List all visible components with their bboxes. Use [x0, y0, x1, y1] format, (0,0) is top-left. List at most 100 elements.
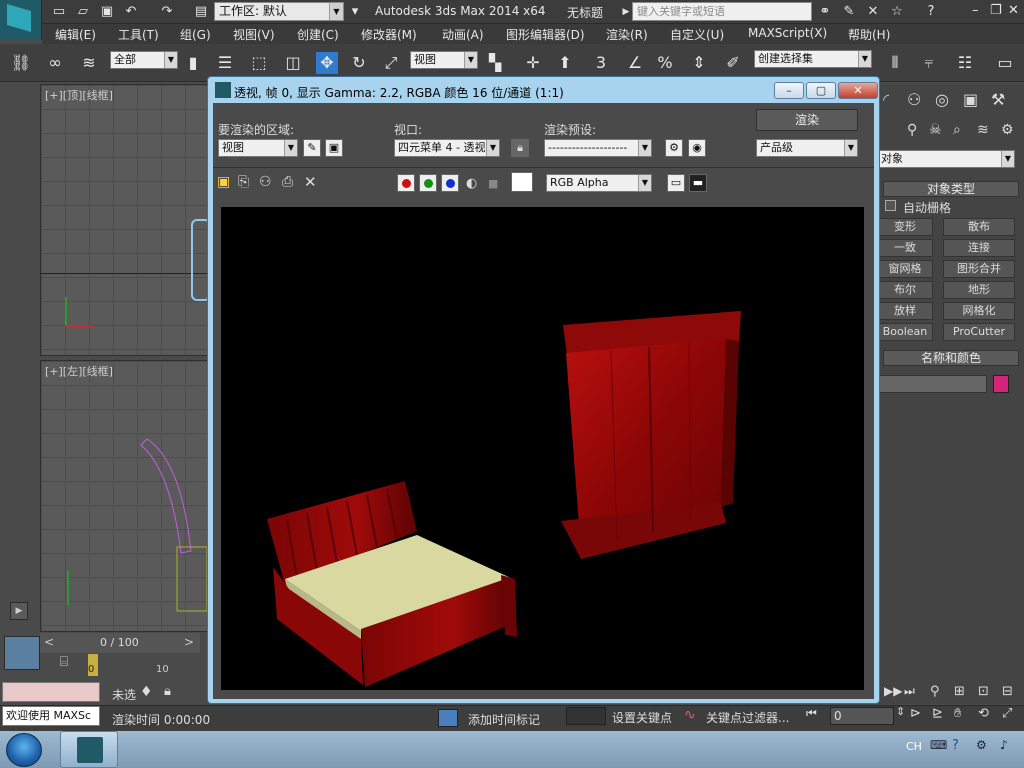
- maximize-viewport-icon[interactable]: ⤢: [1002, 706, 1012, 721]
- red-channel-toggle[interactable]: [397, 174, 415, 192]
- monochrome-icon[interactable]: ■: [488, 177, 498, 190]
- object-name-input[interactable]: [877, 375, 987, 393]
- add-time-tag[interactable]: 添加时间标记: [468, 711, 540, 728]
- pivot-center-icon[interactable]: ▚: [484, 52, 506, 74]
- systems-icon[interactable]: ⚙: [1001, 122, 1014, 138]
- lights-icon[interactable]: ⌕: [953, 122, 961, 138]
- workspace-dropdown[interactable]: 工作区: 默认 ▼: [214, 2, 344, 21]
- loft-button[interactable]: 放样: [877, 302, 933, 320]
- welcome-prompt[interactable]: 欢迎使用 MAXSc: [2, 706, 100, 726]
- time-prev-icon[interactable]: <: [44, 635, 54, 649]
- quick-access-dropdown-icon[interactable]: ▾: [346, 3, 364, 21]
- window-crossing-icon[interactable]: ◫: [282, 52, 304, 74]
- select-object-icon[interactable]: ▮: [182, 52, 204, 74]
- mesher-button[interactable]: 网格化: [943, 302, 1015, 320]
- rollout-name-color[interactable]: 名称和颜色: [883, 350, 1019, 366]
- select-rotate-icon[interactable]: ↻: [348, 52, 370, 74]
- zoom-extents-icon[interactable]: ⊡: [978, 684, 989, 699]
- lock-selection-icon[interactable]: 🔒︎: [164, 684, 171, 699]
- go-to-end-icon[interactable]: ⏭: [904, 684, 915, 699]
- set-key-button[interactable]: 设置关键点: [612, 709, 672, 726]
- render-setup-icon[interactable]: ⚙: [665, 139, 683, 157]
- go-to-start-icon[interactable]: ⏮: [806, 706, 817, 721]
- motion-tab-icon[interactable]: ◎: [935, 90, 949, 109]
- rw-minimize-icon[interactable]: –: [774, 82, 804, 99]
- boolean-cn-button[interactable]: 布尔: [877, 281, 933, 299]
- environment-icon[interactable]: ◉: [688, 139, 706, 157]
- blue-channel-toggle[interactable]: [441, 174, 459, 192]
- auto-grid-checkbox[interactable]: [885, 200, 896, 211]
- align-icon[interactable]: ⫧: [918, 52, 940, 74]
- spinner-snap-icon[interactable]: ⇕: [688, 52, 710, 74]
- menu-create[interactable]: 创建(C): [297, 26, 339, 43]
- clear-image-icon[interactable]: ✕: [304, 173, 317, 191]
- production-level-dropdown[interactable]: 产品级 ▼: [756, 139, 858, 157]
- selection-filter-dropdown[interactable]: 全部 ▼: [110, 51, 178, 69]
- left-viewport[interactable]: [+][左][线框]: [40, 360, 210, 632]
- next-frame-icon[interactable]: ▶▶: [884, 684, 902, 698]
- copy-image-icon[interactable]: ⎘: [238, 174, 249, 190]
- ribbon-icon[interactable]: ▭: [994, 52, 1016, 74]
- menu-maxscript[interactable]: MAXScript(X): [748, 26, 827, 40]
- alpha-channel-icon[interactable]: ◐: [466, 176, 477, 191]
- help-icon[interactable]: ?: [922, 3, 940, 21]
- object-category-dropdown[interactable]: 对象 ▼: [877, 150, 1015, 168]
- menu-graph-editors[interactable]: 图形编辑器(D): [506, 26, 585, 43]
- frame-spinner-icon[interactable]: ⇕: [896, 705, 905, 718]
- new-file-icon[interactable]: ▭: [50, 3, 68, 21]
- menu-view[interactable]: 视图(V): [233, 26, 275, 43]
- blobmesh-button[interactable]: 窗网格: [877, 260, 933, 278]
- zoom-region-icon[interactable]: ⊵: [932, 706, 943, 721]
- favorites-star-icon[interactable]: ☆: [888, 3, 906, 21]
- exchange-icon[interactable]: ✕: [864, 3, 882, 21]
- link-icon[interactable]: ⛓: [10, 52, 32, 74]
- utilities-tab-icon[interactable]: ⚒: [991, 90, 1005, 109]
- manipulate-icon[interactable]: ✛: [522, 52, 544, 74]
- time-slider[interactable]: < 0 / 100 >: [40, 633, 200, 653]
- toggle-ui-overlay-icon[interactable]: ▭: [667, 174, 685, 192]
- binoculars-icon[interactable]: ⚭: [816, 3, 834, 21]
- hierarchy-tab-icon[interactable]: ⚇: [907, 90, 921, 109]
- area-to-render-dropdown[interactable]: 视图 ▼: [218, 139, 298, 157]
- edit-region-icon[interactable]: ✎: [303, 139, 321, 157]
- time-tag-icon[interactable]: [438, 709, 458, 727]
- render-preset-dropdown[interactable]: -------------------- ▼: [544, 139, 652, 157]
- bind-space-warp-icon[interactable]: ≋: [78, 52, 100, 74]
- restore-icon[interactable]: ❐: [990, 3, 1002, 18]
- open-file-icon[interactable]: ▱: [74, 3, 92, 21]
- orbit-icon[interactable]: ⟲: [978, 706, 989, 721]
- close-icon[interactable]: ✕: [1008, 3, 1019, 18]
- field-of-view-icon[interactable]: ⊳: [910, 706, 921, 721]
- spacewarps-icon[interactable]: ≋: [977, 122, 989, 138]
- play-icon[interactable]: ▶: [10, 602, 28, 620]
- named-selection-dropdown[interactable]: 创建选择集 ▼: [754, 50, 872, 68]
- search-input[interactable]: 键入关键字或短语: [632, 2, 812, 21]
- mini-curve-editor-icon[interactable]: ⌸: [52, 654, 76, 676]
- terrain-button[interactable]: 地形: [943, 281, 1015, 299]
- speaker-icon[interactable]: ♪: [1000, 738, 1008, 752]
- morph-button[interactable]: 变形: [877, 218, 933, 236]
- display-tab-icon[interactable]: ▣: [963, 90, 978, 109]
- menu-group[interactable]: 组(G): [180, 26, 211, 43]
- scatter-button[interactable]: 散布: [943, 218, 1015, 236]
- angle-snap-icon[interactable]: ∠: [624, 52, 646, 74]
- reference-coordinate-dropdown[interactable]: 视图 ▼: [410, 51, 478, 69]
- menu-edit[interactable]: 编辑(E): [55, 26, 96, 43]
- zoom-icon[interactable]: ⚲: [930, 684, 940, 699]
- input-language[interactable]: CH: [906, 740, 922, 753]
- snap-toggle-icon[interactable]: 3: [590, 52, 612, 74]
- maxscript-listener-mini[interactable]: [2, 682, 100, 702]
- redo-icon[interactable]: ↷: [158, 3, 176, 21]
- undo-icon[interactable]: ↶: [122, 3, 140, 21]
- taskbar-help-icon[interactable]: ?: [952, 738, 959, 753]
- connect-button[interactable]: 连接: [943, 239, 1015, 257]
- menu-customize[interactable]: 自定义(U): [670, 26, 724, 43]
- conform-button[interactable]: 一致: [877, 239, 933, 257]
- key-filters-button[interactable]: 关键点过滤器...: [706, 709, 789, 726]
- edit-named-selection-icon[interactable]: ✐: [722, 52, 744, 74]
- menu-animation[interactable]: 动画(A): [442, 26, 484, 43]
- display-channel-dropdown[interactable]: RGB Alpha ▼: [546, 174, 652, 192]
- render-button[interactable]: 渲染: [756, 109, 858, 131]
- time-next-icon[interactable]: >: [184, 635, 194, 649]
- object-color-swatch[interactable]: [993, 375, 1009, 393]
